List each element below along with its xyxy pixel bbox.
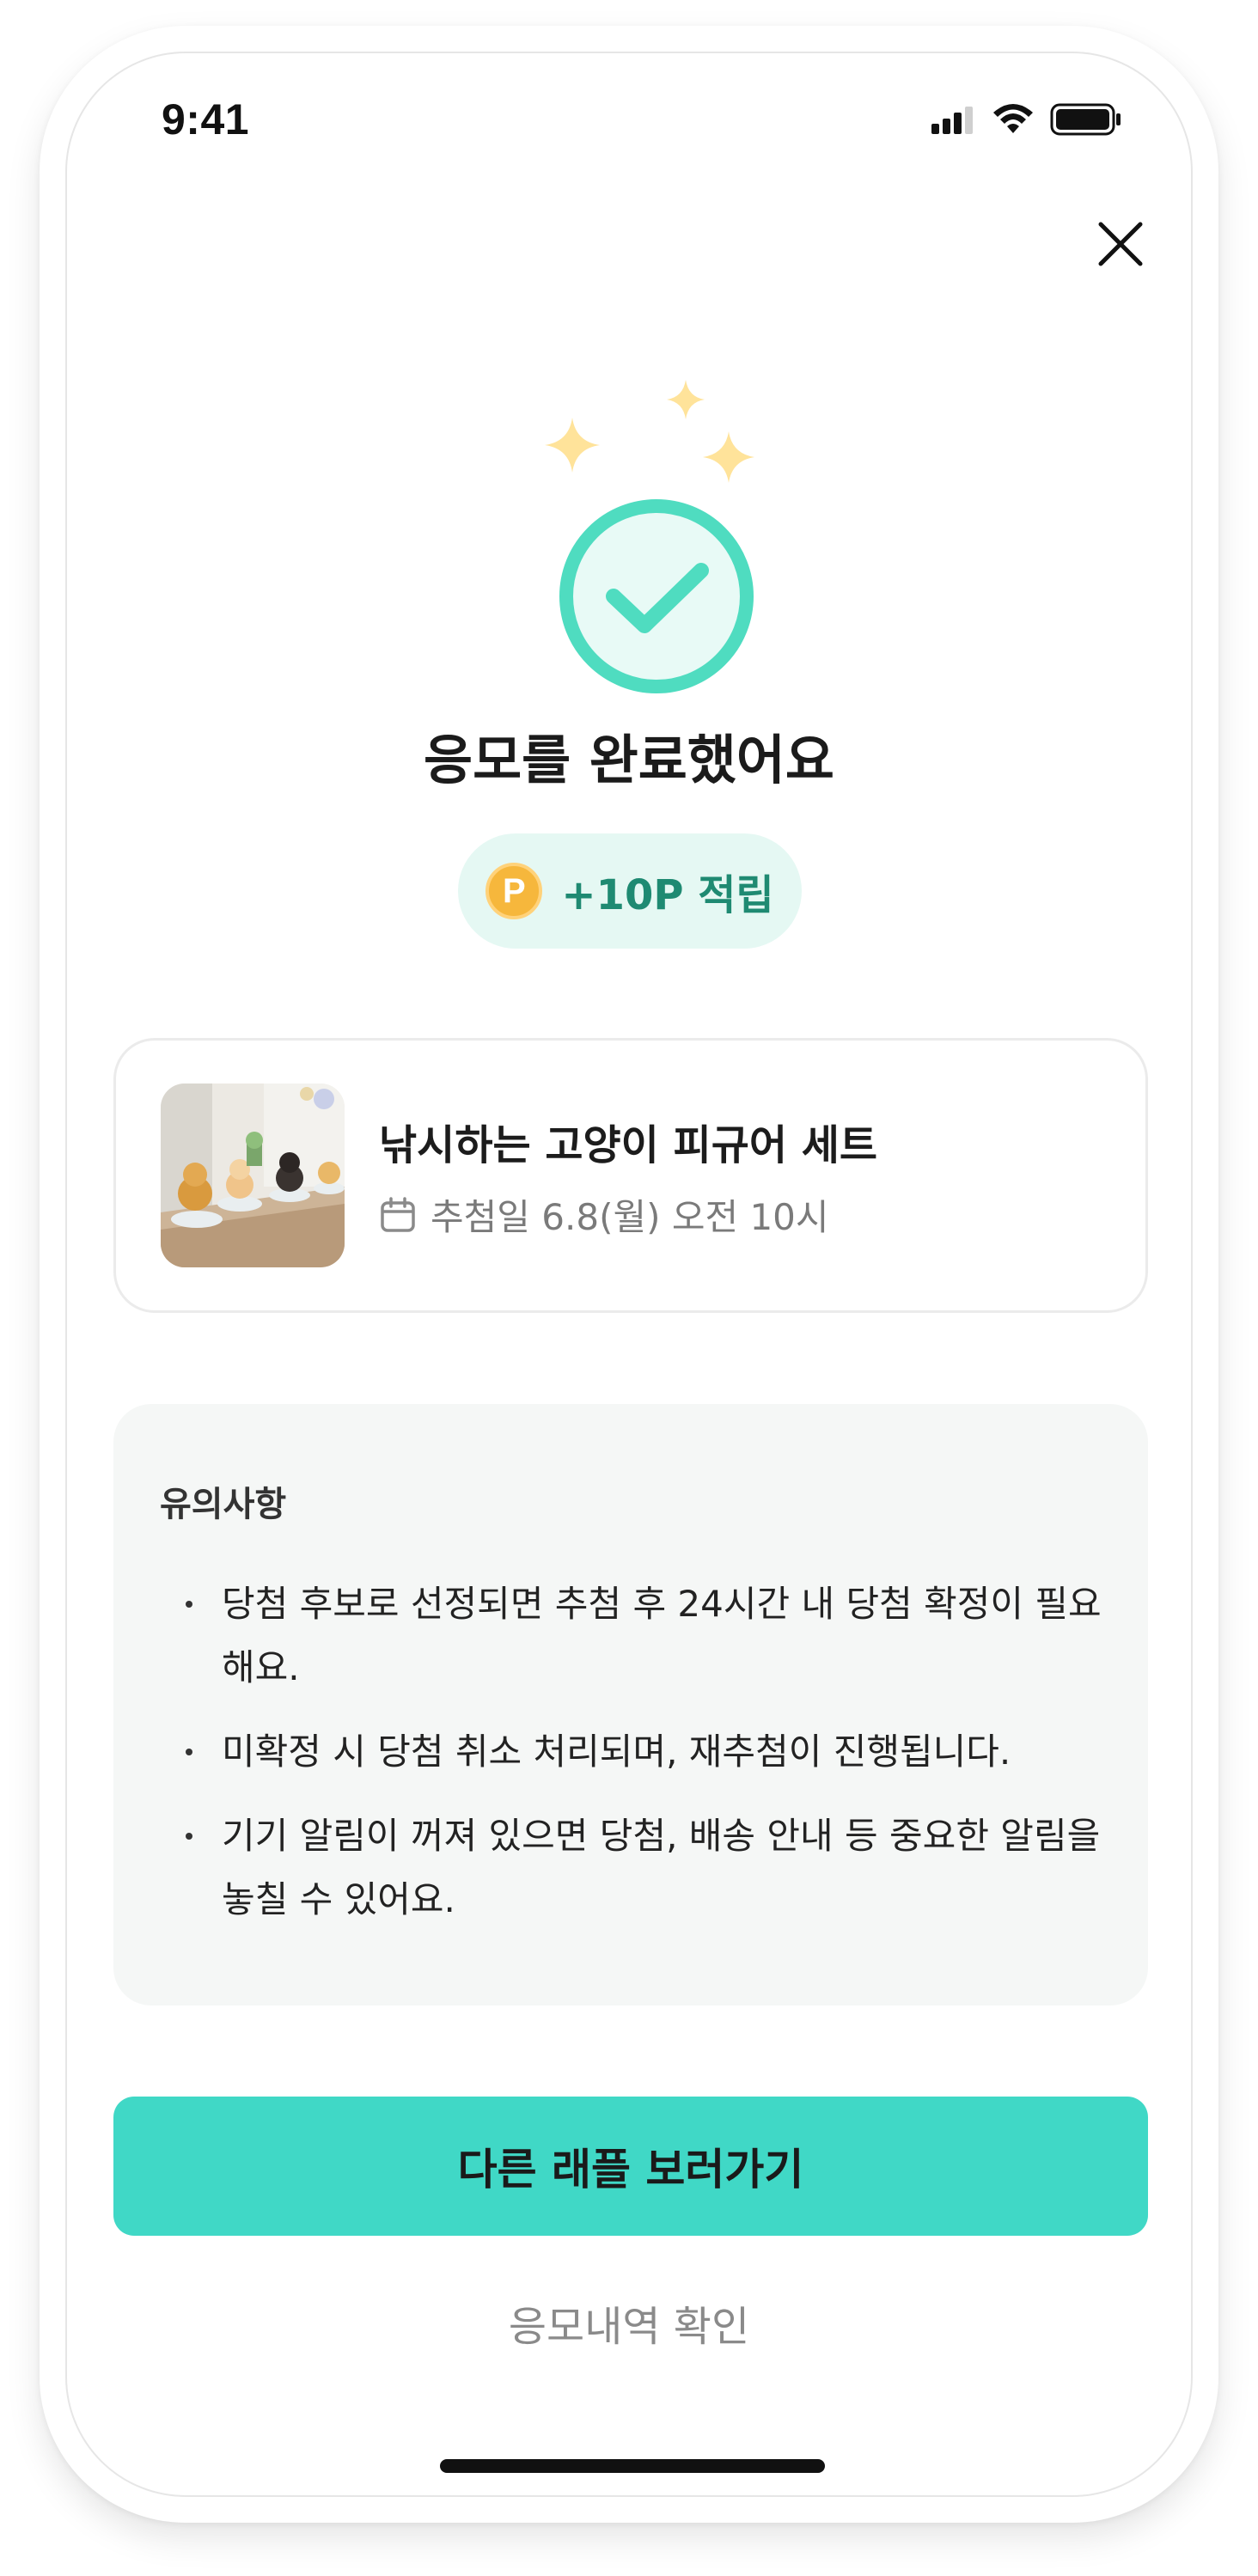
close-button[interactable]: [1083, 206, 1158, 282]
page-title: 응모를 완료했어요: [424, 729, 834, 791]
draw-date: 추첨일 6.8(월) 오전 10시: [431, 1196, 829, 1238]
notice-list: 당첨 후보로 선정되면 추첨 후 24시간 내 당첨 확정이 필요해요. 미확정…: [160, 1572, 1114, 1952]
calendar-icon: [381, 1196, 415, 1232]
phone-screen: 9:41 응모를 완료했어요 P +10P 적립 낚시하는 고양이 피규어 세트…: [65, 52, 1193, 2497]
point-coin-icon: P: [485, 863, 543, 919]
battery-icon: [1050, 103, 1122, 139]
wifi-icon: [992, 104, 1035, 138]
entry-history-link[interactable]: 응모내역 확인: [67, 2292, 1191, 2353]
notice-item: 기기 알림이 꺼져 있으면 당첨, 배송 안내 등 중요한 알림을 놓칠 수 있…: [160, 1804, 1114, 1932]
notice-box: 유의사항 당첨 후보로 선정되면 추첨 후 24시간 내 당첨 확정이 필요해요…: [113, 1404, 1148, 2005]
status-time: 9:41: [162, 95, 250, 143]
notice-item: 당첨 후보로 선정되면 추첨 후 24시간 내 당첨 확정이 필요해요.: [160, 1572, 1114, 1700]
check-circle-icon: [559, 499, 754, 693]
signal-icon: [930, 105, 976, 137]
product-thumbnail: [161, 1084, 345, 1267]
sparkle-icon: [667, 380, 705, 419]
draw-date-row: 추첨일 6.8(월) 오전 10시: [379, 1188, 829, 1241]
home-indicator[interactable]: [440, 2459, 825, 2473]
sparkle-icon: [703, 431, 754, 483]
notice-item: 미확정 시 당첨 취소 처리되며, 재추첨이 진행됩니다.: [160, 1720, 1114, 1784]
success-illustration: [479, 345, 849, 706]
points-badge: P +10P 적립: [458, 833, 802, 949]
status-icons: [930, 103, 1122, 139]
product-card[interactable]: 낚시하는 고양이 피규어 세트 추첨일 6.8(월) 오전 10시: [113, 1038, 1148, 1313]
sparkle-icon: [545, 418, 600, 473]
close-icon: [1098, 222, 1143, 266]
points-badge-label: +10P 적립: [561, 871, 774, 919]
browse-raffles-button[interactable]: 다른 래플 보러가기: [113, 2097, 1148, 2236]
product-name: 낚시하는 고양이 피규어 세트: [379, 1121, 878, 1169]
notice-title: 유의사항: [160, 1485, 287, 1524]
